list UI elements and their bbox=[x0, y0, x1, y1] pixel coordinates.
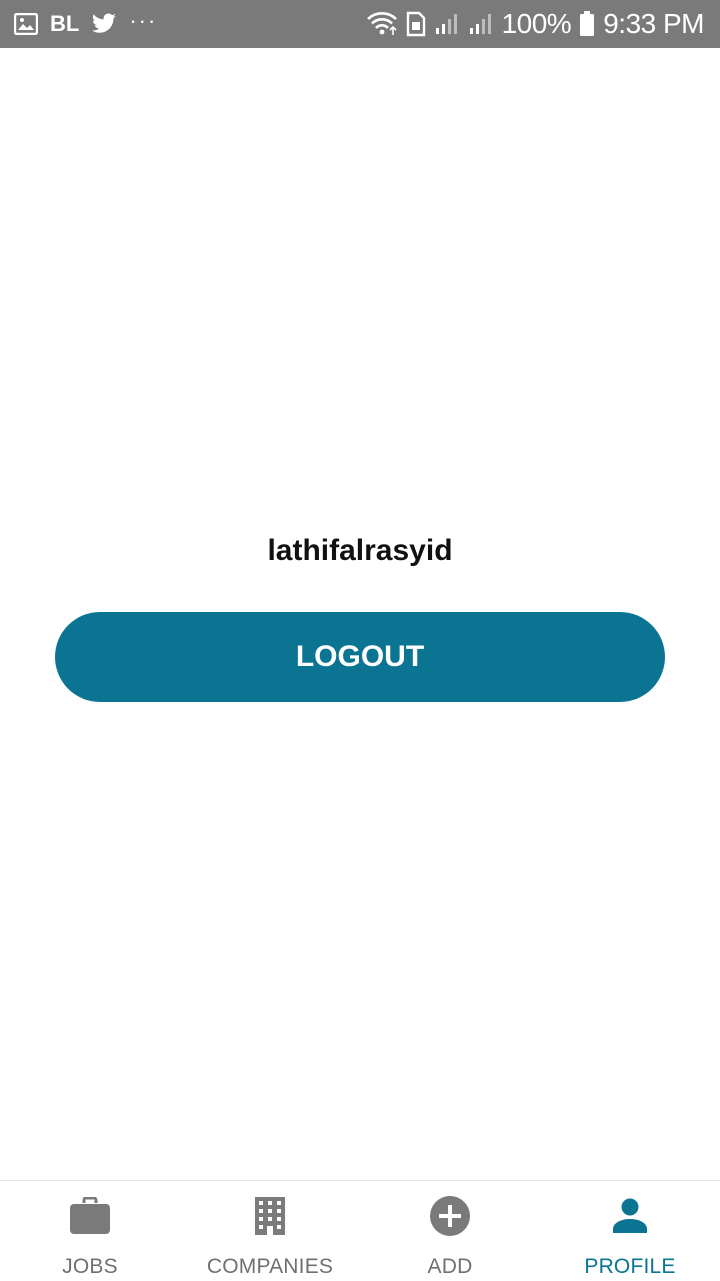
nav-jobs-label: JOBS bbox=[62, 1255, 118, 1278]
status-bar-left: BL ··· bbox=[14, 8, 169, 37]
signal-icon bbox=[468, 12, 494, 36]
wifi-icon bbox=[366, 11, 398, 37]
signal-icon bbox=[434, 12, 460, 36]
username: lathifalrasyid bbox=[267, 534, 453, 567]
nav-companies[interactable]: COMPANIES bbox=[200, 1181, 340, 1281]
nav-jobs[interactable]: JOBS bbox=[30, 1181, 150, 1281]
add-circle-icon bbox=[429, 1195, 471, 1237]
sim-icon bbox=[406, 11, 426, 37]
nav-profile[interactable]: PROFILE bbox=[570, 1181, 690, 1281]
clock: 9:33 PM bbox=[603, 8, 704, 39]
image-icon bbox=[14, 13, 38, 35]
status-bar-right: 100% 9:33 PM bbox=[358, 8, 704, 40]
nav-profile-label: PROFILE bbox=[584, 1255, 676, 1278]
briefcase-icon bbox=[69, 1195, 111, 1237]
nav-add[interactable]: ADD bbox=[390, 1181, 510, 1281]
twitter-icon bbox=[91, 13, 117, 35]
battery-icon bbox=[579, 11, 595, 37]
nav-add-label: ADD bbox=[427, 1255, 473, 1278]
battery-percent: 100% bbox=[501, 8, 572, 39]
building-icon bbox=[255, 1195, 285, 1237]
bl-icon: BL bbox=[50, 11, 80, 36]
logout-button[interactable]: LOGOUT bbox=[55, 612, 665, 702]
more-dots-icon: ··· bbox=[129, 8, 158, 33]
person-icon bbox=[612, 1195, 648, 1237]
nav-companies-label: COMPANIES bbox=[206, 1255, 334, 1278]
status-bar: BL ··· 100% 9:33 PM bbox=[0, 0, 720, 48]
bottom-navigation: JOBS COMPANIES ADD PROFILE bbox=[0, 1180, 720, 1280]
